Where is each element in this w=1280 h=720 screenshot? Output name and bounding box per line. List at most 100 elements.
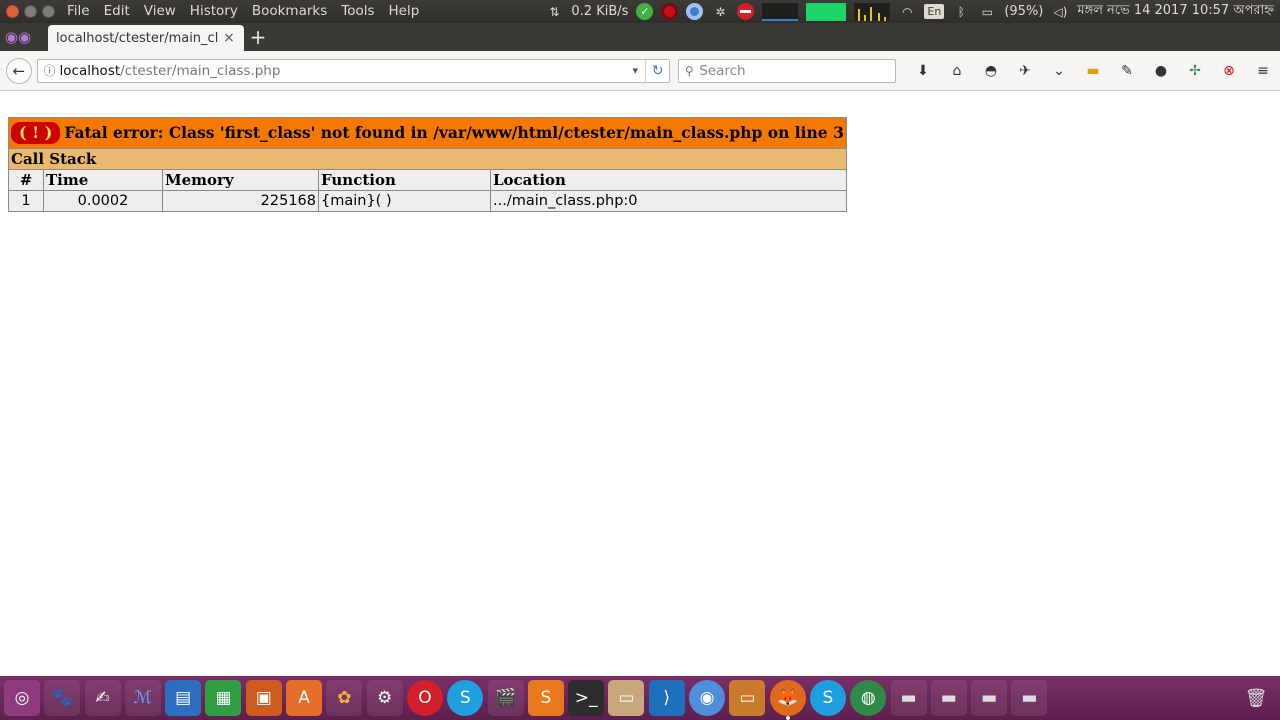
memory-graph[interactable]	[806, 2, 847, 21]
error-title-row: ( ! ) Fatal error: Class 'first_class' no…	[8, 117, 847, 149]
cell-time: 0.0002	[43, 190, 163, 212]
hamburger-menu-icon[interactable]: ≡	[1246, 58, 1280, 84]
writer-icon[interactable]: ▤	[165, 680, 202, 716]
search-placeholder[interactable]: Search	[699, 63, 745, 79]
net-speed[interactable]: 0.2 KiB/s	[571, 4, 628, 19]
navigation-bar: ← ⓘ localhost /ctester/main_class.php ▾ …	[0, 51, 1280, 91]
cell-memory: 225168	[162, 190, 319, 212]
network-arrows-icon[interactable]: ⇅	[545, 3, 563, 21]
system-top-bar: File Edit View History Bookmarks Tools H…	[0, 0, 1280, 23]
firefox-icon[interactable]: 🦊	[769, 680, 806, 720]
keyboard-language[interactable]: En	[924, 4, 945, 19]
volume-icon[interactable]: ◁)	[1051, 3, 1069, 21]
dash-icon[interactable]: ◎	[4, 680, 40, 716]
blocker-icon[interactable]: ⊗	[1212, 58, 1246, 84]
column-memory: Memory	[162, 169, 319, 191]
call-stack-header-row: # Time Memory Function Location	[8, 169, 847, 191]
column-function: Function	[318, 169, 491, 191]
archive-icon[interactable]: ▭	[608, 680, 645, 716]
error-bang-icon: ( ! )	[11, 122, 61, 144]
home-icon[interactable]: ⌂	[940, 58, 974, 84]
calc-icon[interactable]: ▦	[205, 680, 242, 716]
check-icon[interactable]: ✓	[636, 3, 654, 20]
menu-tools[interactable]: Tools	[334, 0, 381, 23]
menu-file[interactable]: File	[60, 0, 97, 23]
extension-icon[interactable]: ✈	[1008, 58, 1042, 84]
chromium-icon[interactable]: ◉	[689, 680, 726, 716]
url-bar[interactable]: ⓘ localhost /ctester/main_class.php ▾ ↻	[36, 58, 671, 83]
terminal-icon[interactable]: >_	[568, 680, 605, 716]
bluetooth-icon[interactable]: ᛒ	[952, 3, 970, 21]
record-icon[interactable]	[661, 3, 679, 20]
opera-icon[interactable]: O	[406, 680, 443, 716]
skype-icon[interactable]: S	[447, 680, 484, 716]
menu-bookmarks[interactable]: Bookmarks	[245, 0, 334, 23]
url-path[interactable]: /ctester/main_class.php	[120, 63, 280, 79]
url-host[interactable]: localhost	[60, 63, 121, 79]
cell-function: {main}( )	[318, 190, 491, 212]
trash-icon[interactable]: 🗑	[1238, 680, 1274, 716]
network-extension-icon[interactable]: ✢	[1178, 58, 1212, 84]
menu-history[interactable]: History	[183, 0, 245, 23]
globe-icon[interactable]: ◍	[850, 680, 887, 716]
do-not-disturb-icon[interactable]	[737, 3, 755, 20]
settings-icon[interactable]: ✲	[711, 3, 729, 21]
pen-icon[interactable]: ✎	[1110, 58, 1144, 84]
tab-active[interactable]: localhost/ctester/main_cl ×	[48, 25, 244, 51]
column-number: #	[8, 169, 44, 191]
vscode-icon[interactable]: ⟩	[648, 680, 685, 716]
xdebug-error-table: ( ! ) Fatal error: Class 'first_class' no…	[8, 117, 847, 212]
chromium-tray-icon[interactable]	[686, 3, 704, 20]
private-browsing-icon: ◉◉	[4, 28, 32, 46]
minimize-window-button[interactable]	[24, 5, 37, 18]
site-info-icon[interactable]: ⓘ	[44, 62, 60, 79]
system-tray: ⇅ 0.2 KiB/s ✓ ✲ ◠ En ᛒ ▭ (95%) ◁) মঙ্গল …	[545, 0, 1274, 23]
tab-strip: ◉◉ localhost/ctester/main_cl × +	[0, 23, 1280, 51]
text-editor-icon[interactable]: ✍	[84, 680, 121, 716]
reload-icon[interactable]: ↻	[645, 59, 669, 82]
gimp-icon[interactable]: 🐾	[44, 680, 81, 716]
url-dropdown-icon[interactable]: ▾	[625, 64, 645, 77]
skype-beta-icon[interactable]: S	[809, 680, 846, 716]
pocket-icon[interactable]: ◓	[974, 58, 1008, 84]
search-bar[interactable]: ⚲ Search	[678, 58, 896, 83]
drive-icon[interactable]: ▬	[971, 680, 1008, 716]
app-icon[interactable]: ▭	[729, 680, 766, 716]
error-message: Fatal error: Class 'first_class' not fou…	[64, 123, 844, 142]
sublime-icon[interactable]: S	[527, 680, 564, 716]
window-controls	[0, 5, 60, 18]
impress-icon[interactable]: ▣	[245, 680, 282, 716]
video-editor-icon[interactable]: 🎬	[487, 680, 524, 716]
network-graph[interactable]	[762, 2, 799, 21]
matlab-icon[interactable]: ℳ	[124, 680, 161, 716]
drive-icon[interactable]: ▬	[890, 680, 927, 716]
drive-icon[interactable]: ▬	[930, 680, 967, 716]
column-location: Location	[490, 169, 847, 191]
menu-edit[interactable]: Edit	[97, 0, 137, 23]
launcher-dock: ◎ 🐾 ✍ ℳ ▤ ▦ ▣ A ✿ ⚙ O S 🎬 S >_ ▭ ⟩ ◉ ▭ 🦊…	[0, 676, 1280, 720]
tweak-tool-icon[interactable]: ⚙	[366, 680, 403, 716]
dark-globe-icon[interactable]: ●	[1144, 58, 1178, 84]
table-row: 1 0.0002 225168 {main}( ) .../main_class…	[8, 190, 847, 212]
downloads-icon[interactable]: ⬇	[906, 58, 940, 84]
chevron-down-icon[interactable]: ⌄	[1042, 58, 1076, 84]
search-icon: ⚲	[684, 63, 694, 78]
photos-icon[interactable]: ✿	[326, 680, 363, 716]
back-button[interactable]: ←	[6, 57, 32, 84]
menu-view[interactable]: View	[137, 0, 183, 23]
battery-percent[interactable]: (95%)	[1004, 4, 1043, 19]
new-tab-button[interactable]: +	[244, 23, 272, 51]
maximize-window-button[interactable]	[42, 5, 55, 18]
tab-close-icon[interactable]: ×	[222, 30, 236, 46]
software-center-icon[interactable]: A	[286, 680, 323, 716]
battery-icon[interactable]: ▭	[978, 3, 996, 21]
cell-location: .../main_class.php:0	[490, 190, 847, 212]
wifi-icon[interactable]: ◠	[898, 3, 916, 21]
clock[interactable]: মঙ্গল নভে 14 2017 10:57 অপরাহ্ন	[1077, 1, 1274, 22]
cpu-graph[interactable]	[854, 2, 891, 21]
tab-title[interactable]: localhost/ctester/main_cl	[56, 31, 222, 46]
close-window-button[interactable]	[6, 5, 19, 18]
menu-help[interactable]: Help	[382, 0, 427, 23]
note-icon[interactable]: ▬	[1076, 58, 1110, 84]
drive-icon[interactable]: ▬	[1011, 680, 1048, 716]
